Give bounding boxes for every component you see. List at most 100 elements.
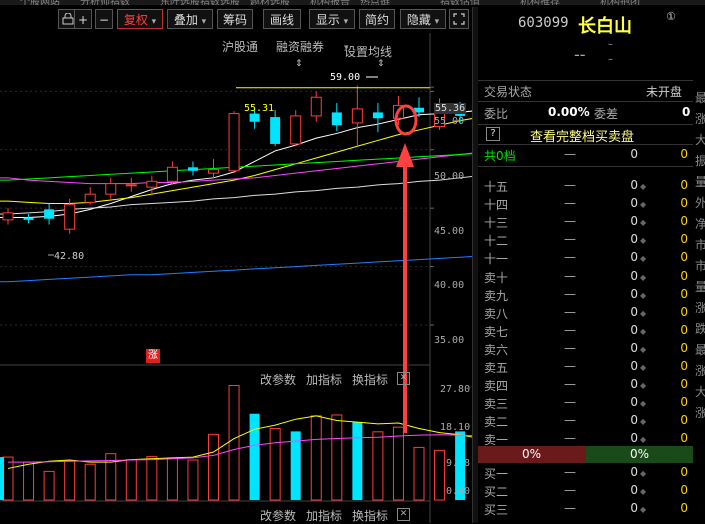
candle-body xyxy=(23,217,34,220)
level-volume: 0 xyxy=(630,501,638,516)
buy-ratio-label: 0% xyxy=(630,447,650,461)
candle-body xyxy=(44,209,55,219)
yincang-dropdown[interactable]: 隐藏 ▾ xyxy=(400,9,446,29)
jianyue-button[interactable]: 简约 xyxy=(359,9,395,29)
add-indicator-link[interactable]: 加指标 xyxy=(306,371,342,388)
add-indicator-link[interactable]: 加指标 xyxy=(306,507,342,524)
top-menu-item[interactable]: 题材选股 xyxy=(250,0,290,5)
level-price: — xyxy=(564,377,576,392)
price-axis-label: 55.00 xyxy=(434,116,465,127)
ask-row[interactable]: 卖六 —0 ◆ 0 xyxy=(478,341,693,359)
level-price: — xyxy=(564,322,576,337)
ask-row[interactable]: 卖九 —0 ◆ 0 xyxy=(478,287,693,305)
modify-params-link[interactable]: 改参数 xyxy=(260,507,296,524)
bid-row[interactable]: 买一 —0 ◆ 0 xyxy=(478,465,693,483)
ask-row[interactable]: 卖二 —0 ◆ 0 xyxy=(478,413,693,431)
hline-annotation: 55.31 xyxy=(244,103,275,114)
triangle-icon: ◆ xyxy=(640,344,647,354)
level-value: 0 xyxy=(680,214,688,229)
ask-row[interactable]: 十一 —0 ◆ 0 xyxy=(478,250,693,268)
level-price: — xyxy=(564,340,576,355)
top-menu-item[interactable]: 热点链 xyxy=(360,0,390,5)
level-label: 买三 xyxy=(484,503,509,518)
ask-row[interactable]: 卖十 —0 ◆ 0 xyxy=(478,269,693,287)
top-menu-strip: 个股网站 分析师指数 东阡选股指数选股 题材选股 机构报告 热点链 指数估值 机构推荐 机构抱团 xyxy=(0,0,705,5)
volume-bar xyxy=(208,433,219,501)
diejia-dropdown[interactable]: 叠加 ▾ xyxy=(167,9,213,29)
ask-row[interactable]: 十四 —0 ◆ 0 xyxy=(478,196,693,214)
close-icon[interactable]: ✕ xyxy=(397,372,410,385)
huaxian-button[interactable]: 画线 xyxy=(263,9,301,29)
switch-indicator-link[interactable]: 换指标 xyxy=(352,371,388,388)
ask-row[interactable]: 卖七 —0 ◆ 0 xyxy=(478,323,693,341)
kline-chart-area[interactable]: ⇕ ⇕ 沪股通 融资融券 设置均线 ▾ 55.36 55.00 50.00 45.… xyxy=(0,33,472,523)
chart-toolbar: + − 复权 ▾ 叠加 ▾ 筹码 画线 显示 ▾ 简约 隐藏 ▾ xyxy=(0,7,472,33)
highlight-ellipse xyxy=(394,104,418,136)
top-menu-item[interactable]: 机构抱团 xyxy=(600,0,640,5)
level-value: 0 xyxy=(680,431,688,446)
zoom-in-button[interactable]: + xyxy=(74,9,92,29)
ask-row[interactable]: 卖四 —0 ◆ 0 xyxy=(478,377,693,395)
high-price-annotation: 59.00 xyxy=(330,72,361,83)
volume-bar xyxy=(413,446,425,501)
fuquan-dropdown[interactable]: 复权 ▾ xyxy=(117,9,163,29)
triangle-icon: ◆ xyxy=(640,381,647,391)
level-price: — xyxy=(564,196,576,211)
level-volume: 0 xyxy=(630,214,638,229)
level-label: 买二 xyxy=(484,485,509,500)
ask-row[interactable]: 卖五 —0 ◆ 0 xyxy=(478,359,693,377)
level-label: 卖九 xyxy=(484,288,509,303)
switch-indicator-link[interactable]: 换指标 xyxy=(352,507,388,524)
zoom-out-button[interactable]: − xyxy=(95,9,113,29)
bid-row[interactable]: 买二 —0 ◆ 0 xyxy=(478,483,693,501)
ask-row[interactable]: 十二 —0 ◆ 0 xyxy=(478,232,693,250)
close-icon[interactable]: ✕ xyxy=(397,508,410,521)
volume-bar xyxy=(331,414,343,501)
quote-panel: 603099 长白山 ① -- – – 交易状态 未开盘 委比 0.00% 委差… xyxy=(478,7,693,523)
top-menu-item[interactable]: 机构推荐 xyxy=(520,0,560,5)
top-menu-item[interactable]: 分析师指数 xyxy=(80,0,130,5)
volume-bar xyxy=(228,385,240,501)
level-volume: 0 xyxy=(630,268,638,283)
ask-row[interactable]: 卖三 —0 ◆ 0 xyxy=(478,395,693,413)
weicha-value: 0 xyxy=(682,105,691,119)
top-menu-item[interactable]: 机构报告 xyxy=(310,0,350,5)
chouma-button[interactable]: 筹码 xyxy=(217,9,253,29)
level-value: 0 xyxy=(680,501,688,516)
buy-ratio-bar: 0% xyxy=(586,446,693,463)
strip-item: 市 xyxy=(695,238,705,252)
price-axis-label: 40.00 xyxy=(434,280,465,291)
top-menu-item[interactable]: 东阡选股 xyxy=(160,0,200,5)
ask-row[interactable]: 十五 —0 ◆ 0 xyxy=(478,178,693,196)
strip-item: 大 xyxy=(695,385,705,399)
level-label: 卖七 xyxy=(484,324,509,339)
level-label: 卖六 xyxy=(484,342,509,357)
candle-body xyxy=(331,112,342,126)
top-menu-item[interactable]: 指数估值 xyxy=(440,0,480,5)
level-value: 0 xyxy=(680,322,688,337)
triangle-icon: ◆ xyxy=(640,272,647,282)
view-full-book-link[interactable]: 查看完整档买卖盘 xyxy=(530,126,634,145)
level-volume: 0 xyxy=(630,250,638,265)
level-volume: 0 xyxy=(630,178,638,192)
level-value: 0 xyxy=(680,413,688,428)
hugutong-link[interactable]: 沪股通 xyxy=(222,38,258,55)
volume-bar xyxy=(310,415,322,501)
xianshi-dropdown[interactable]: 显示 ▾ xyxy=(309,9,355,29)
level-volume: 0 xyxy=(630,431,638,446)
level-price: — xyxy=(564,465,576,479)
margin-trading-link[interactable]: 融资融券 xyxy=(276,38,324,55)
expand-button[interactable] xyxy=(449,9,469,29)
bid-row[interactable]: 买三 —0 ◆ 0 xyxy=(478,501,693,519)
level-price: — xyxy=(564,304,576,319)
top-menu-item[interactable]: 指数选股 xyxy=(200,0,240,5)
top-menu-item[interactable]: 个股网站 xyxy=(20,0,60,5)
level-price: — xyxy=(564,232,576,247)
ask-row[interactable]: 十三 —0 ◆ 0 xyxy=(478,214,693,232)
level-label: 卖二 xyxy=(484,415,509,430)
modify-params-link[interactable]: 改参数 xyxy=(260,371,296,388)
info-icon[interactable]: ① xyxy=(666,10,676,23)
ask-row[interactable]: 卖八 —0 ◆ 0 xyxy=(478,305,693,323)
vol-axis-label: 9.18 xyxy=(446,458,471,469)
help-icon[interactable]: ? xyxy=(486,127,500,141)
